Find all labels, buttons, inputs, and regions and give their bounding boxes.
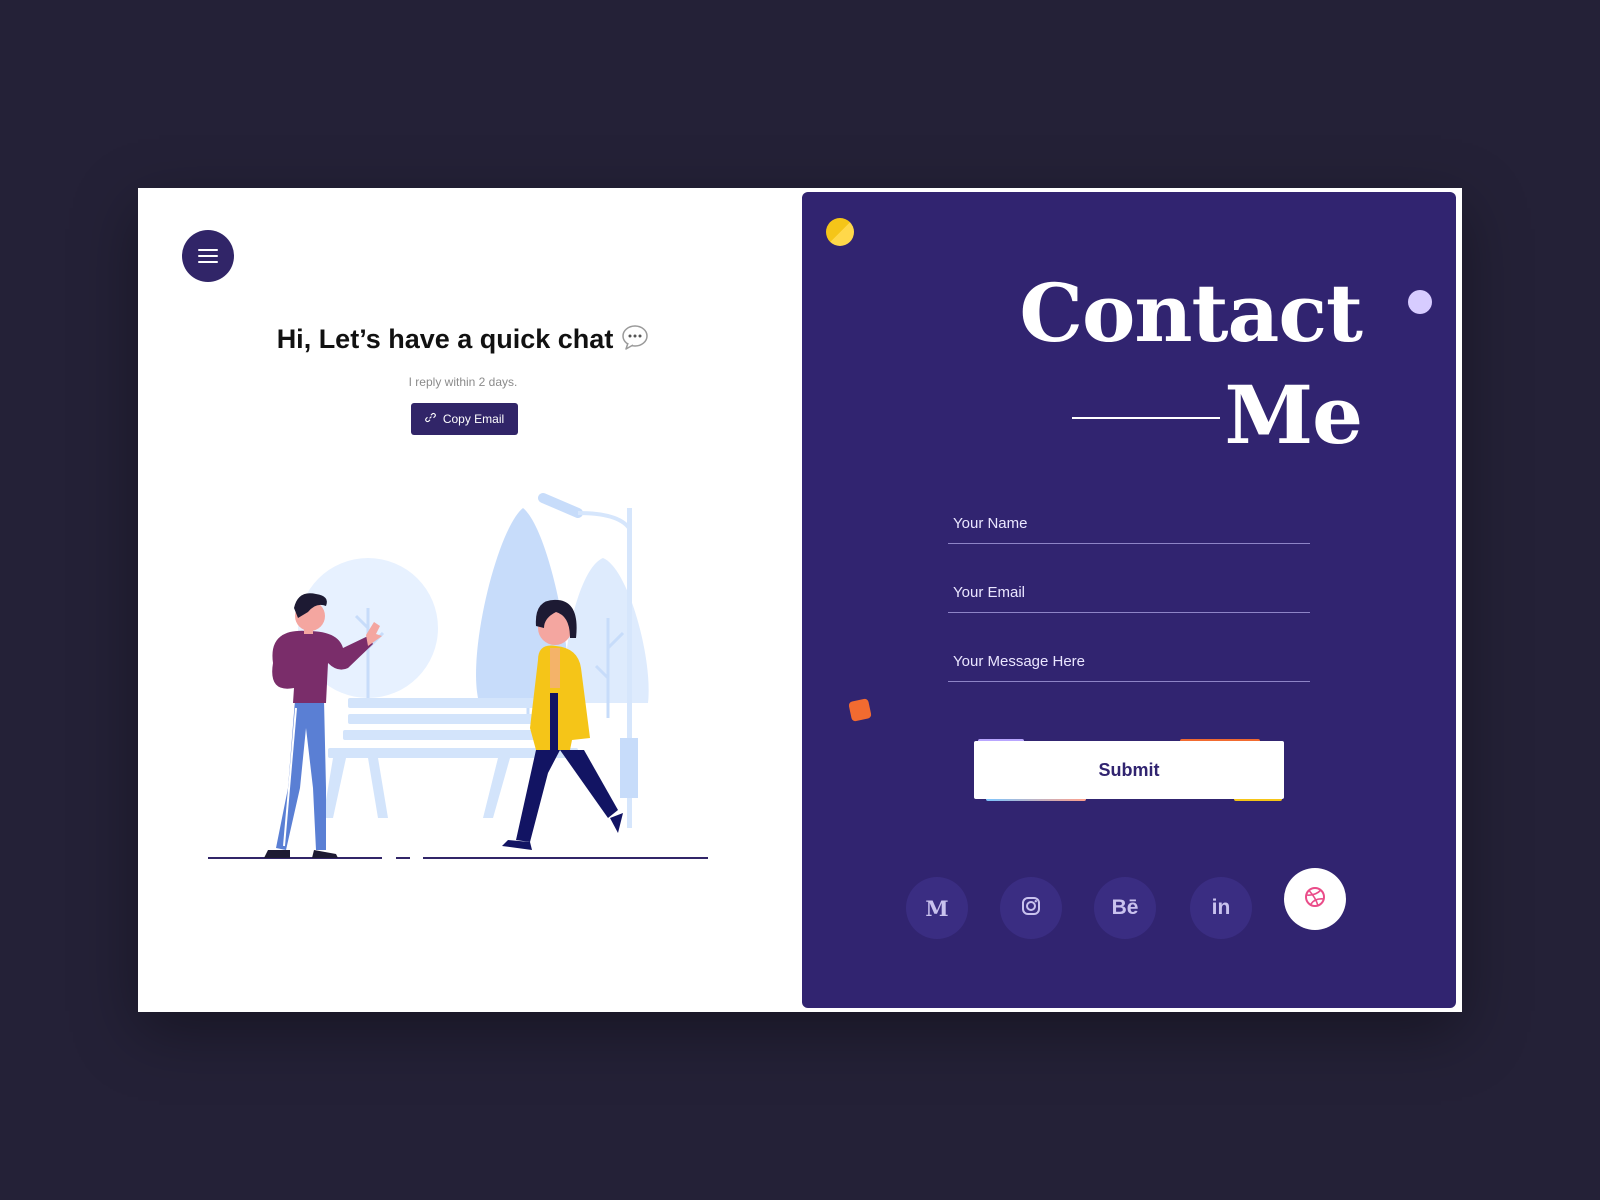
message-field: [948, 642, 1310, 682]
park-illustration: [208, 493, 708, 859]
dribbble-link[interactable]: [1284, 868, 1346, 930]
title-divider: [1072, 417, 1220, 419]
instagram-icon: [1021, 896, 1041, 921]
email-field: [948, 573, 1310, 613]
dribbble-icon: [1304, 886, 1326, 913]
name-field: [948, 504, 1310, 544]
name-input[interactable]: [948, 504, 1310, 543]
instagram-link[interactable]: [1000, 877, 1062, 939]
email-input[interactable]: [948, 573, 1310, 612]
chat-bubble-icon: [621, 324, 649, 357]
heading-text: Hi, Let’s have a quick chat: [276, 324, 614, 354]
submit-button[interactable]: Submit: [974, 741, 1284, 799]
menu-button[interactable]: [182, 230, 234, 282]
link-icon: [425, 412, 436, 426]
contact-card: Hi, Let’s have a quick chat I reply with…: [138, 188, 1462, 1012]
lilac-dot-decoration: [1408, 290, 1432, 314]
medium-link[interactable]: M: [906, 877, 968, 939]
contact-title: Contact: [1019, 266, 1363, 360]
copy-email-button[interactable]: Copy Email: [411, 403, 518, 435]
contact-form-panel: Contact Me Submit M Bē in: [802, 192, 1456, 1008]
behance-icon: Bē: [1111, 896, 1139, 919]
reply-note: I reply within 2 days.: [408, 375, 518, 389]
medium-icon: M: [925, 895, 949, 921]
copy-email-label: Copy Email: [442, 412, 505, 426]
me-title: Me: [1224, 368, 1363, 462]
linkedin-link[interactable]: in: [1190, 877, 1252, 939]
linkedin-icon: in: [1211, 896, 1231, 919]
submit-area: Submit: [974, 739, 1284, 801]
page-heading: Hi, Let’s have a quick chat: [138, 324, 788, 357]
message-input[interactable]: [948, 642, 1310, 681]
hamburger-icon: [198, 249, 218, 263]
yellow-dot-decoration: [826, 218, 854, 246]
orange-square-decoration: [848, 698, 872, 722]
behance-link[interactable]: Bē: [1094, 877, 1156, 939]
